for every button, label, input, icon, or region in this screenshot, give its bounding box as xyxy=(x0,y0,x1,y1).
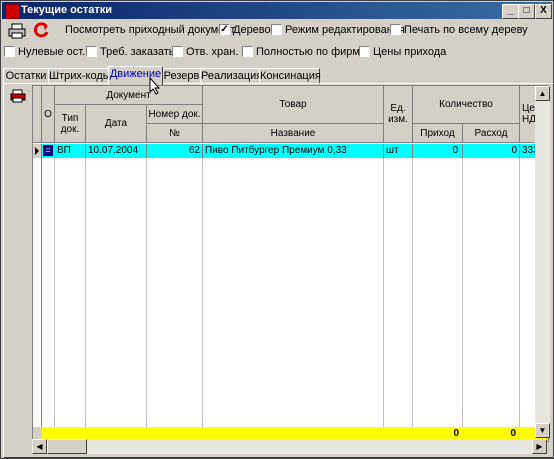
product-group-header: Товар xyxy=(203,86,384,124)
print-tree-label: Печать по всему дереву xyxy=(404,24,528,36)
col-name-header[interactable]: Название xyxy=(203,124,384,143)
scroll-right-button[interactable]: ▶ xyxy=(532,439,547,454)
col-doc-number-header[interactable]: Номер док. xyxy=(147,105,203,124)
title-bar[interactable]: Текущие остатки _ □ X xyxy=(2,2,552,19)
vertical-scrollbar[interactable]: ▲ ▼ xyxy=(535,86,550,438)
column-divider xyxy=(519,158,520,428)
custody-checkbox[interactable] xyxy=(172,46,183,57)
maximize-button[interactable]: □ xyxy=(518,4,535,19)
cell-incoming: 0 xyxy=(413,144,463,158)
app-icon xyxy=(5,4,20,19)
incoming-prices-checkbox[interactable] xyxy=(359,46,370,57)
scroll-left-button[interactable]: ◀ xyxy=(32,439,47,454)
scroll-up-button[interactable]: ▲ xyxy=(535,86,550,101)
column-divider xyxy=(146,158,147,428)
cell-outgoing: 0 xyxy=(463,144,520,158)
need-order-checkbox[interactable] xyxy=(86,46,97,57)
col-incoming-header[interactable]: Приход xyxy=(413,124,463,143)
col-doc-type-header[interactable]: Тип док. xyxy=(55,105,86,143)
col-o-header[interactable]: О xyxy=(42,86,55,143)
row-marker[interactable]: = xyxy=(43,145,53,156)
tree-label: Дерево xyxy=(233,24,271,36)
refresh-icon[interactable] xyxy=(33,22,50,41)
print-icon[interactable] xyxy=(8,23,26,42)
column-divider xyxy=(41,158,42,428)
cell-unit: шт xyxy=(384,144,413,158)
mouse-cursor-icon xyxy=(149,76,161,98)
edit-mode-label: Режим редактирования xyxy=(285,24,405,36)
tree-checkbox[interactable]: ✓ xyxy=(219,24,230,35)
quantity-group-header: Количество xyxy=(413,86,520,124)
close-button[interactable]: X xyxy=(535,4,552,19)
custody-label: Отв. хран. xyxy=(186,46,239,58)
window-title: Текущие остатки xyxy=(21,4,112,16)
current-row-indicator xyxy=(33,144,42,158)
document-group-header: Документ xyxy=(55,86,203,105)
horizontal-scrollbar[interactable]: ◀ ▶ xyxy=(32,439,547,454)
col-date-header[interactable]: Дата xyxy=(86,105,147,143)
cell-name: Пиво Питбургер Премиум 0,33 xyxy=(203,144,384,158)
cell-date: 10.07.2004 xyxy=(86,144,147,158)
minimize-button[interactable]: _ xyxy=(502,4,519,19)
column-divider xyxy=(202,158,203,428)
full-company-checkbox[interactable] xyxy=(242,46,253,57)
full-company-label: Полностью по фирме xyxy=(256,46,367,58)
movement-grid[interactable]: О Документ Тип док. Дата Номер док. № То… xyxy=(32,85,549,442)
horizontal-scroll-thumb[interactable] xyxy=(47,439,87,454)
zero-stock-checkbox[interactable] xyxy=(4,46,15,57)
cell-doc-type: ВП xyxy=(55,144,86,158)
column-divider xyxy=(54,158,55,428)
main-window: Текущие остатки _ □ X Посмотреть приходн… xyxy=(0,0,554,459)
column-divider xyxy=(383,158,384,428)
cell-doc-number: 62 xyxy=(147,144,203,158)
column-divider xyxy=(462,158,463,428)
need-order-label: Треб. заказать xyxy=(100,46,175,58)
grid-print-icon[interactable] xyxy=(10,89,26,106)
column-divider xyxy=(412,158,413,428)
column-divider xyxy=(85,158,86,428)
col-unit-header[interactable]: Ед. изм. xyxy=(384,86,413,143)
scroll-down-button[interactable]: ▼ xyxy=(535,423,550,438)
edit-mode-checkbox[interactable] xyxy=(271,24,282,35)
row-indicator-header xyxy=(33,86,42,143)
col-number-sign-header: № xyxy=(147,124,203,143)
incoming-prices-label: Цены прихода xyxy=(373,46,447,58)
print-tree-checkbox[interactable] xyxy=(390,24,401,35)
zero-stock-label: Нулевые ост. xyxy=(18,46,86,58)
col-outgoing-header[interactable]: Расход xyxy=(463,124,520,143)
view-incoming-doc-link[interactable]: Посмотреть приходный документ xyxy=(65,24,235,36)
